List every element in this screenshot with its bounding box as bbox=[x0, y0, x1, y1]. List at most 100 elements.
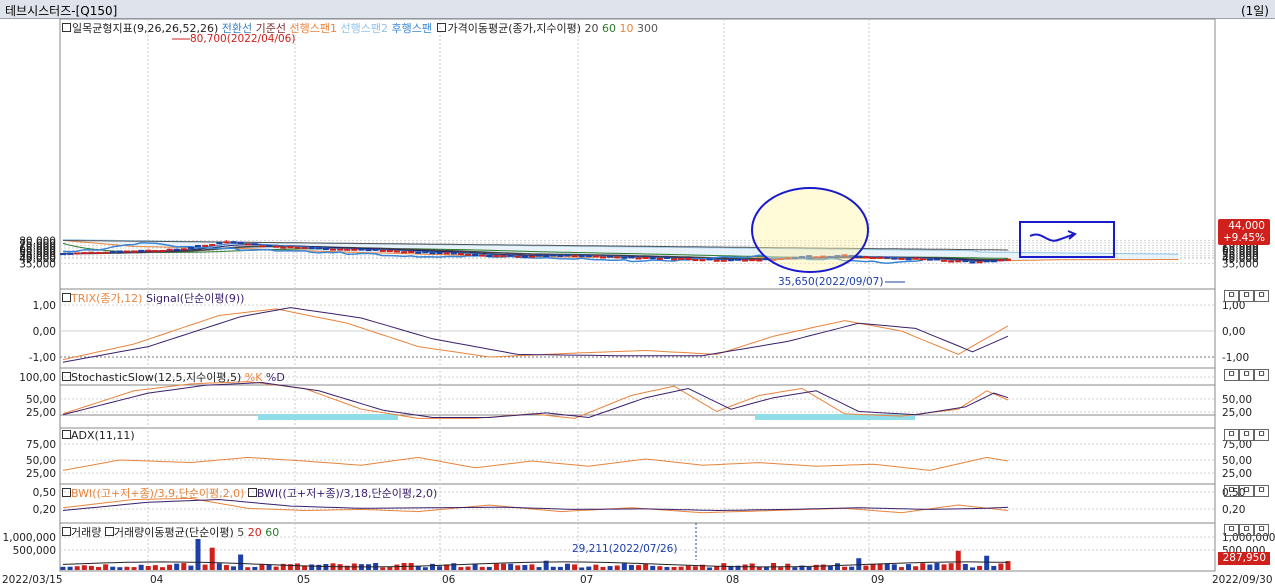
panel-maximize-button[interactable]: ㅁ bbox=[1239, 369, 1254, 381]
candle-up bbox=[479, 254, 486, 257]
legend-ma-20: 20 bbox=[584, 22, 599, 35]
price-badge: 44,000 +9.45% bbox=[1218, 219, 1270, 245]
volume-bar bbox=[579, 567, 585, 570]
volume-bar bbox=[884, 563, 890, 570]
x-month-label: 04 bbox=[150, 574, 164, 586]
candle-up bbox=[457, 253, 464, 256]
stoch-legend: StochasticSlow(12,5,지수이평,5) %K %D bbox=[62, 369, 285, 385]
volume-bar bbox=[955, 550, 961, 570]
candle-up bbox=[351, 248, 358, 251]
volume-bar bbox=[266, 564, 272, 570]
candle-up bbox=[642, 256, 649, 259]
candle-up bbox=[209, 244, 216, 247]
panel-minimize-button[interactable]: ㅁ bbox=[1224, 429, 1239, 441]
candle-down bbox=[322, 248, 329, 251]
candle-up bbox=[102, 251, 109, 254]
adx-legend-icon bbox=[62, 430, 71, 439]
candle-up bbox=[273, 245, 280, 248]
panel-close-button[interactable]: ㅁ bbox=[1254, 485, 1269, 497]
panel-close-button[interactable]: ㅁ bbox=[1254, 290, 1269, 302]
trix-y-tick-left: 1,00 bbox=[33, 300, 56, 312]
volume-bar bbox=[650, 565, 656, 570]
volume-bar bbox=[820, 564, 826, 570]
volume-bar bbox=[685, 565, 691, 570]
trix-panel-controls[interactable]: ㅁㅁㅁ bbox=[1224, 290, 1269, 302]
candle-up bbox=[330, 248, 336, 251]
panel-maximize-button[interactable]: ㅁ bbox=[1239, 429, 1254, 441]
candle-down bbox=[67, 252, 74, 255]
volume-bar bbox=[472, 563, 478, 570]
volume-bar bbox=[678, 566, 684, 570]
volume-bar bbox=[906, 564, 912, 570]
volume-bar bbox=[998, 563, 1004, 570]
panel-close-button[interactable]: ㅁ bbox=[1254, 429, 1269, 441]
candle-down bbox=[990, 260, 997, 263]
candle-up bbox=[88, 251, 95, 254]
volume-bar bbox=[792, 567, 798, 570]
candle-down bbox=[706, 258, 713, 261]
volume-bar bbox=[167, 564, 173, 570]
volume-bar bbox=[664, 566, 670, 570]
panel-maximize-button[interactable]: ㅁ bbox=[1239, 524, 1254, 536]
candle-down bbox=[266, 244, 273, 247]
candle-up bbox=[941, 259, 948, 262]
candle-up bbox=[202, 244, 209, 247]
candle-up bbox=[95, 252, 102, 255]
volume-bar bbox=[81, 565, 87, 570]
panel-maximize-button[interactable]: ㅁ bbox=[1239, 485, 1254, 497]
volume-bar bbox=[252, 566, 258, 570]
volume-bar bbox=[529, 564, 535, 570]
candle-up bbox=[713, 259, 720, 262]
candle-up bbox=[386, 250, 393, 253]
volume-bar bbox=[309, 564, 315, 570]
candle-down bbox=[962, 260, 969, 263]
candle-down bbox=[429, 252, 436, 255]
volume-bar bbox=[657, 566, 663, 570]
volume-bar bbox=[195, 539, 201, 570]
volume-ma-icon bbox=[104, 527, 114, 536]
adx-legend: ADX(11,11) bbox=[62, 429, 135, 442]
candle-up bbox=[756, 259, 763, 262]
panel-maximize-button[interactable]: ㅁ bbox=[1239, 290, 1254, 302]
adx-y-tick-left: 25,00 bbox=[26, 468, 56, 480]
bwi-y-tick-right: 0,20 bbox=[1222, 504, 1245, 516]
panel-close-button[interactable]: ㅁ bbox=[1254, 524, 1269, 536]
volume-bar bbox=[74, 566, 80, 570]
candle-down bbox=[251, 243, 258, 246]
bwi-panel-controls[interactable]: ㅁㅁㅁ bbox=[1224, 485, 1269, 497]
panel-minimize-button[interactable]: ㅁ bbox=[1224, 290, 1239, 302]
panel-minimize-button[interactable]: ㅁ bbox=[1224, 369, 1239, 381]
candle-up bbox=[258, 245, 265, 248]
bwi2-legend-icon bbox=[247, 488, 257, 497]
volume-bar bbox=[96, 567, 102, 570]
candle-up bbox=[301, 247, 308, 250]
panel-minimize-button[interactable]: ㅁ bbox=[1224, 524, 1239, 536]
candle-up bbox=[280, 246, 287, 249]
volume-bar bbox=[216, 563, 222, 570]
panel-close-button[interactable]: ㅁ bbox=[1254, 369, 1269, 381]
stoch-panel-controls[interactable]: ㅁㅁㅁ bbox=[1224, 369, 1269, 381]
candle-up bbox=[749, 259, 756, 262]
volume-bar bbox=[898, 567, 904, 570]
volume-bar bbox=[834, 563, 840, 570]
candle-down bbox=[358, 248, 365, 251]
volume-bar bbox=[586, 566, 592, 570]
adx-panel-controls[interactable]: ㅁㅁㅁ bbox=[1224, 429, 1269, 441]
volume-bar bbox=[628, 564, 634, 570]
volume-bar bbox=[152, 565, 158, 570]
x-end-date: 2022/09/30 bbox=[1212, 574, 1273, 586]
candle-up bbox=[976, 261, 983, 264]
volume-bar bbox=[856, 558, 862, 570]
bwi-legend: BWI((고+저+종)/3,9,단순이평,2,0) BWI((고+저+종)/3,… bbox=[62, 485, 437, 501]
legend-ma-60: 60 bbox=[602, 22, 617, 35]
volume-bar bbox=[209, 547, 215, 570]
panel-minimize-button[interactable]: ㅁ bbox=[1224, 485, 1239, 497]
volume-panel-controls[interactable]: ㅁㅁㅁ bbox=[1224, 524, 1269, 536]
candle-down bbox=[472, 254, 479, 257]
candle-down bbox=[735, 258, 741, 261]
volume-bar bbox=[501, 563, 507, 570]
legend-ma-300: 300 bbox=[637, 22, 659, 35]
candle-up bbox=[720, 259, 727, 262]
candle-up bbox=[81, 252, 88, 255]
volume-low-label: 29,211(2022/07/26) bbox=[572, 543, 677, 555]
